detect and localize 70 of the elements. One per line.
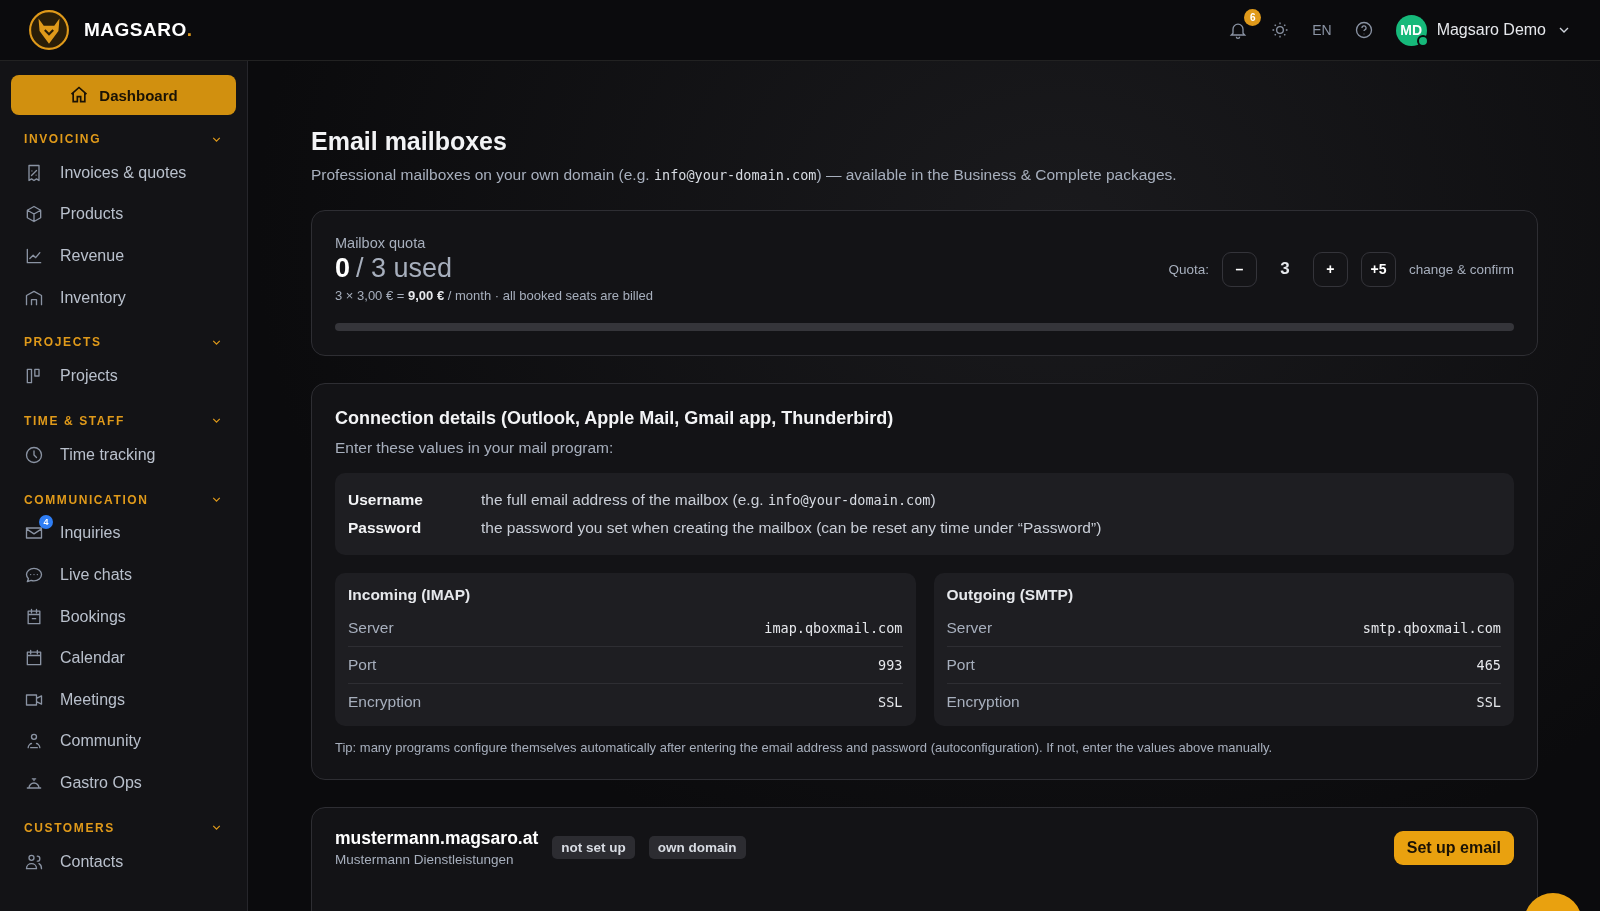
sidebar-item[interactable]: Projects bbox=[60, 367, 118, 386]
status-tag: own domain bbox=[648, 836, 746, 859]
credential-value: the password you set when creating the mailbox (can be reset any time under “Password”) bbox=[481, 518, 1102, 538]
section-heading: CUSTOMERS bbox=[24, 820, 115, 835]
dashboard-button[interactable]: Dashboard bbox=[11, 75, 236, 115]
setting-name: Encryption bbox=[946, 693, 1020, 711]
sidebar-item[interactable]: Products bbox=[60, 205, 124, 224]
wolf-logo-icon bbox=[28, 9, 70, 51]
setting-value: 993 bbox=[878, 657, 903, 673]
quota-total: / 3 used bbox=[356, 253, 453, 283]
setting-value: smtp.qboxmail.com bbox=[1362, 620, 1501, 636]
sidebar-item[interactable]: Calendar bbox=[60, 649, 125, 668]
sidebar-item[interactable]: Contacts bbox=[60, 852, 124, 871]
notification-badge: 6 bbox=[1244, 9, 1262, 26]
sidebar-item[interactable]: Invoices & quotes bbox=[60, 163, 187, 182]
section-heading: TIME & STAFF bbox=[24, 413, 125, 428]
chart-icon bbox=[24, 246, 44, 266]
credential-key: Username bbox=[348, 486, 481, 514]
sidebar-item[interactable]: Meetings bbox=[60, 690, 125, 709]
sidebar-item[interactable]: Inquiries bbox=[60, 524, 121, 543]
brand-name: MAGSARO. bbox=[84, 19, 193, 41]
sidebar-item[interactable]: Revenue bbox=[60, 247, 125, 265]
quota-label: Quota: bbox=[1168, 261, 1209, 277]
used-count: 0 bbox=[335, 253, 351, 283]
clock-icon bbox=[24, 444, 44, 465]
section-heading: PROJECTS bbox=[24, 335, 102, 350]
sidebar-item[interactable]: Time tracking bbox=[60, 445, 156, 464]
company-name: Mustermann Dienstleistungen bbox=[335, 852, 515, 867]
user-name[interactable]: Magsaro Demo bbox=[1436, 21, 1546, 39]
setting-value: SSL bbox=[878, 694, 903, 710]
price-text: 3 × 3,00 € = 9,00 € / month · all booked seats are billed bbox=[335, 288, 653, 303]
help-icon[interactable] bbox=[1353, 20, 1374, 40]
setting-value: 465 bbox=[1476, 657, 1501, 673]
setting-name: Server bbox=[946, 619, 993, 637]
tip-text: Tip: many programs configure themselves automatically after entering the email address and password (autoconfiguration). If not, enter the values above manually. bbox=[335, 740, 1274, 755]
status-tag: not set up bbox=[552, 836, 635, 859]
credential-value: the full email address of the mailbox (e.g. info@your-domain.com) bbox=[481, 490, 936, 510]
section-heading: COMMUNICATION bbox=[24, 492, 149, 507]
setting-value: SSL bbox=[1476, 694, 1501, 710]
page-subtitle: Professional mailboxes on your own domain (e.g. info@your-domain.com) — available in the Business & Complete packages. bbox=[311, 166, 1178, 184]
sidebar-item[interactable]: Community bbox=[60, 732, 141, 751]
credential-key: Password bbox=[348, 514, 481, 542]
server-title: Outgoing (SMTP) bbox=[946, 586, 1075, 604]
server-title: Incoming (IMAP) bbox=[348, 586, 472, 604]
set-up-email-button[interactable]: Set up email bbox=[1393, 830, 1514, 865]
box-icon bbox=[24, 204, 44, 225]
card-title: Connection details (Outlook, Apple Mail, Gmail app, Thunderbird) bbox=[335, 408, 895, 429]
card-subtitle: Enter these values in your mail program: bbox=[335, 439, 615, 457]
sidebar-item[interactable]: Inventory bbox=[60, 288, 126, 307]
sidebar-item[interactable]: Live chats bbox=[60, 565, 133, 584]
quota-value: 3 bbox=[1279, 259, 1291, 279]
domain-name: mustermann.magsaro.at bbox=[335, 828, 539, 849]
decrease-button[interactable]: – bbox=[1221, 251, 1257, 287]
language-label[interactable]: EN bbox=[1312, 22, 1332, 38]
hint-text: change & confirm bbox=[1408, 261, 1514, 277]
setting-name: Encryption bbox=[348, 693, 422, 711]
quota-label: Mailbox quota bbox=[335, 235, 427, 251]
sidebar-item[interactable]: Bookings bbox=[60, 607, 126, 626]
setting-name: Server bbox=[348, 619, 394, 637]
setting-value: imap.qboxmail.com bbox=[764, 620, 903, 636]
increase-button[interactable]: + bbox=[1312, 251, 1348, 287]
sun-icon[interactable] bbox=[1270, 20, 1291, 40]
add-five-button[interactable]: +5 bbox=[1360, 251, 1396, 287]
page-title: Email mailboxes bbox=[311, 127, 508, 156]
count-badge: 4 bbox=[39, 515, 53, 530]
section-heading: INVOICING bbox=[24, 132, 102, 146]
setting-name: Port bbox=[946, 656, 975, 674]
setting-name: Port bbox=[348, 656, 377, 674]
home-icon bbox=[69, 85, 90, 105]
sidebar-item[interactable]: Gastro Ops bbox=[60, 773, 142, 792]
